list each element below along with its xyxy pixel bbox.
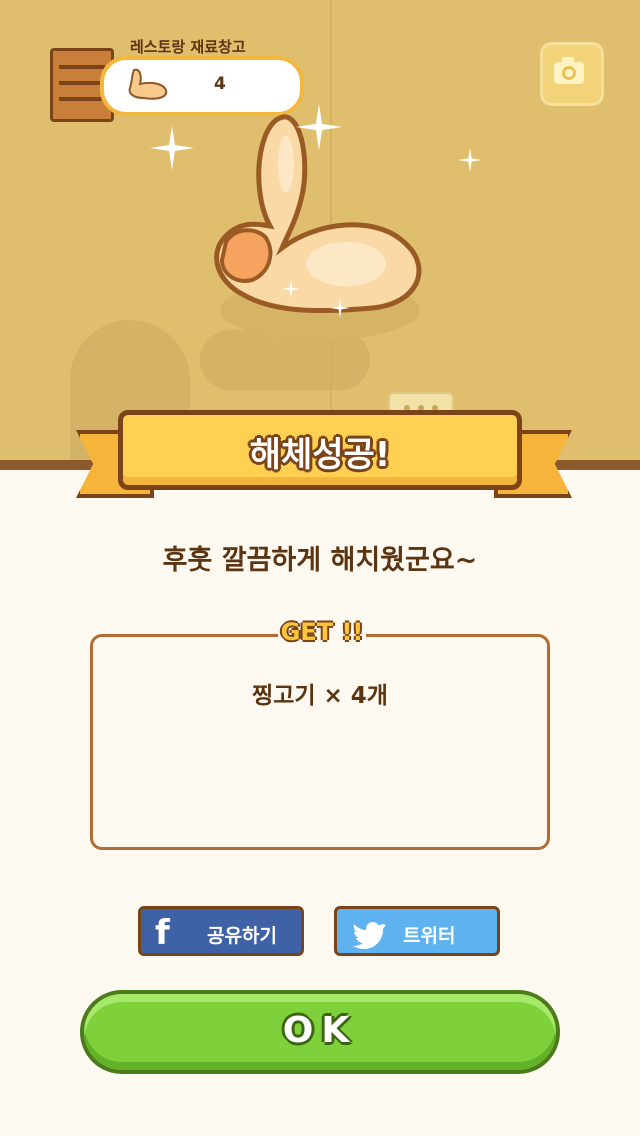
twitter-icon — [353, 922, 386, 949]
reward-box — [90, 634, 550, 850]
result-message: 후훗 깔끔하게 해치웠군요~ — [162, 545, 478, 576]
camera-icon — [554, 57, 584, 84]
facebook-share-label: 공유하기 — [207, 925, 277, 947]
storage-count: 4 — [214, 74, 226, 94]
reward-item: 찡고기 × 4개 — [252, 683, 388, 709]
sparkle-icon — [458, 148, 482, 172]
get-label: GET !! — [278, 618, 366, 646]
result-banner: 해체성공! — [118, 410, 522, 490]
sparkle-icon — [330, 298, 350, 318]
ok-button[interactable]: OK — [80, 990, 560, 1074]
storage-label: 레스토랑 재료창고 — [130, 38, 246, 56]
twitter-share-label: 트위터 — [403, 925, 456, 947]
sparkle-icon — [282, 280, 300, 298]
twitter-share-button[interactable]: 트위터 — [334, 906, 500, 956]
sparkle-icon — [150, 126, 194, 170]
facebook-share-button[interactable]: f 공유하기 — [138, 906, 304, 956]
facebook-icon: f — [155, 913, 170, 953]
chicken-wing-icon — [128, 68, 168, 100]
sparkle-icon — [296, 104, 342, 150]
ok-label: OK — [282, 1010, 358, 1051]
result-title: 해체성공! — [249, 435, 391, 475]
camera-button[interactable] — [540, 42, 604, 106]
